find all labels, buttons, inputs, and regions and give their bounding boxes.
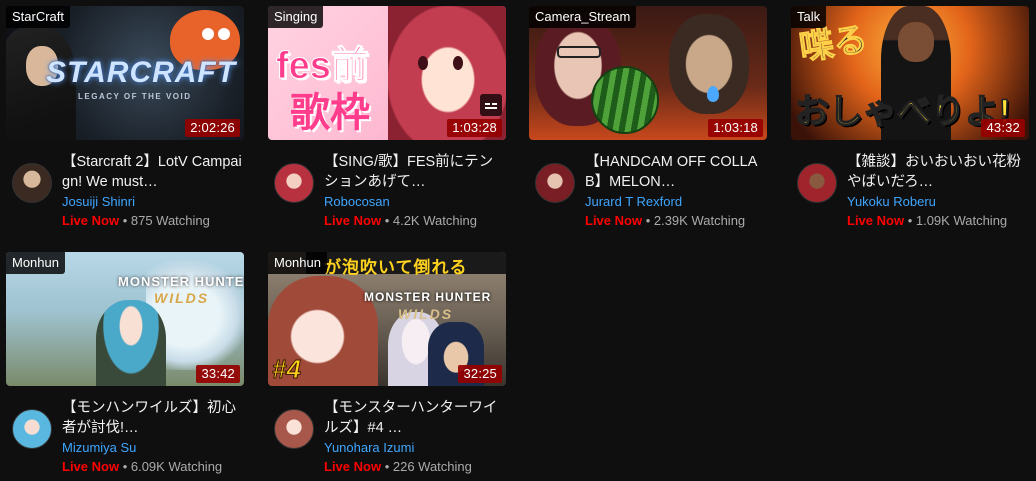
duration-badge: 1:03:28 bbox=[447, 119, 502, 137]
video-thumbnail[interactable]: MONSTER HUNTER WILDS Monhun 33:42 bbox=[6, 252, 244, 386]
video-thumbnail[interactable]: が泡吹いて倒れる MONSTER HUNTER WILDS #4 Monhun … bbox=[268, 252, 506, 386]
thumb-logo: STARCRAFT bbox=[46, 56, 237, 89]
viewer-count: 875 Watching bbox=[130, 213, 210, 228]
topic-badge: StarCraft bbox=[6, 6, 71, 28]
video-title[interactable]: 【HANDCAM OFF COLLAB】MELON… bbox=[585, 152, 765, 192]
video-card[interactable]: STARCRAFT LEGACY OF THE VOID StarCraft 2… bbox=[6, 6, 244, 236]
live-label: Live Now bbox=[847, 213, 905, 228]
live-label: Live Now bbox=[62, 459, 120, 474]
channel-name[interactable]: Jurard T Rexford bbox=[585, 193, 765, 211]
channel-name[interactable]: Yunohara Izumi bbox=[324, 439, 504, 457]
channel-name[interactable]: Yukoku Roberu bbox=[847, 193, 1027, 211]
viewer-count: 226 Watching bbox=[392, 459, 472, 474]
channel-name[interactable]: Mizumiya Su bbox=[62, 439, 242, 457]
duration-badge: 33:42 bbox=[196, 365, 240, 383]
channel-avatar[interactable] bbox=[12, 163, 52, 203]
channel-avatar[interactable] bbox=[274, 409, 314, 449]
thumb-sub: 歌枠 bbox=[290, 91, 370, 135]
live-label: Live Now bbox=[324, 213, 382, 228]
thumb-logo: MONSTER HUNTER bbox=[118, 274, 244, 289]
duration-badge: 43:32 bbox=[981, 119, 1025, 137]
live-label: Live Now bbox=[585, 213, 643, 228]
live-status: Live Now • 4.2K Watching bbox=[324, 213, 477, 228]
video-title[interactable]: 【雑談】おいおいおい花粉やばいだろ… bbox=[847, 152, 1027, 192]
thumb-number: #4 bbox=[272, 354, 302, 385]
live-label: Live Now bbox=[62, 213, 120, 228]
video-card[interactable]: MONSTER HUNTER WILDS Monhun 33:42 【モンハンワ… bbox=[6, 252, 244, 481]
channel-avatar[interactable] bbox=[12, 409, 52, 449]
thumb-logo: MONSTER HUNTER bbox=[364, 290, 492, 304]
live-status: Live Now • 1.09K Watching bbox=[847, 213, 1008, 228]
video-card[interactable]: Camera_Stream 1:03:18 【HANDCAM OFF COLLA… bbox=[529, 6, 767, 236]
video-thumbnail[interactable]: STARCRAFT LEGACY OF THE VOID StarCraft 2… bbox=[6, 6, 244, 140]
viewer-count: 4.2K Watching bbox=[392, 213, 477, 228]
topic-badge: Monhun bbox=[6, 252, 65, 274]
live-status: Live Now • 2.39K Watching bbox=[585, 213, 746, 228]
viewer-count: 2.39K Watching bbox=[653, 213, 746, 228]
thumb-banner: が泡吹いて倒れる bbox=[324, 258, 468, 277]
live-status: Live Now • 6.09K Watching bbox=[62, 459, 223, 474]
channel-avatar[interactable] bbox=[797, 163, 837, 203]
video-thumbnail[interactable]: 喋る おしゃべりよ! Talk 43:32 bbox=[791, 6, 1029, 140]
live-status: Live Now • 875 Watching bbox=[62, 213, 210, 228]
video-title[interactable]: 【モンスターハンターワイルズ】#4 … bbox=[324, 398, 504, 438]
duration-badge: 32:25 bbox=[458, 365, 502, 383]
video-title[interactable]: 【モンハンワイルズ】初心者が討伐!… bbox=[62, 398, 242, 438]
channel-avatar[interactable] bbox=[274, 163, 314, 203]
duration-badge: 1:03:18 bbox=[708, 119, 763, 137]
live-status: Live Now • 226 Watching bbox=[324, 459, 472, 474]
channel-name[interactable]: Robocosan bbox=[324, 193, 504, 211]
video-card[interactable]: が泡吹いて倒れる MONSTER HUNTER WILDS #4 Monhun … bbox=[268, 252, 506, 481]
video-title[interactable]: 【Starcraft 2】LotV Campaign! We must… bbox=[62, 152, 242, 192]
thumb-sub: LEGACY OF THE VOID bbox=[78, 92, 192, 101]
topic-badge: Singing bbox=[268, 6, 324, 28]
video-card[interactable]: fes前 歌枠 Singing 1:03:28 【SING/歌】FES前にテンシ… bbox=[268, 6, 506, 236]
channel-name[interactable]: Josuiji Shinri bbox=[62, 193, 242, 211]
live-label: Live Now bbox=[324, 459, 382, 474]
duration-badge: 2:02:26 bbox=[185, 119, 240, 137]
character-face bbox=[898, 22, 934, 62]
video-card[interactable]: 喋る おしゃべりよ! Talk 43:32 【雑談】おいおいおい花粉やばいだろ…… bbox=[791, 6, 1029, 236]
topic-badge: Talk bbox=[791, 6, 827, 28]
topic-badge: Monhun bbox=[268, 252, 327, 274]
video-title[interactable]: 【SING/歌】FES前にテンションあげて… bbox=[324, 152, 504, 192]
topic-badge: Camera_Stream bbox=[529, 6, 637, 28]
character-art bbox=[96, 300, 166, 386]
thumb-sub: おしゃべりよ! bbox=[794, 92, 1011, 132]
channel-avatar[interactable] bbox=[535, 163, 575, 203]
video-thumbnail[interactable]: fes前 歌枠 Singing 1:03:28 bbox=[268, 6, 506, 140]
live-video-grid: STARCRAFT LEGACY OF THE VOID StarCraft 2… bbox=[0, 0, 1036, 481]
viewer-count: 1.09K Watching bbox=[915, 213, 1008, 228]
viewer-count: 6.09K Watching bbox=[130, 459, 223, 474]
watermelon-art bbox=[591, 66, 659, 134]
video-thumbnail[interactable]: Camera_Stream 1:03:18 bbox=[529, 6, 767, 140]
captions-icon bbox=[480, 94, 502, 116]
thumb-sub: WILDS bbox=[154, 290, 210, 306]
glasses bbox=[557, 46, 601, 58]
thumb-sub: WILDS bbox=[398, 306, 454, 322]
